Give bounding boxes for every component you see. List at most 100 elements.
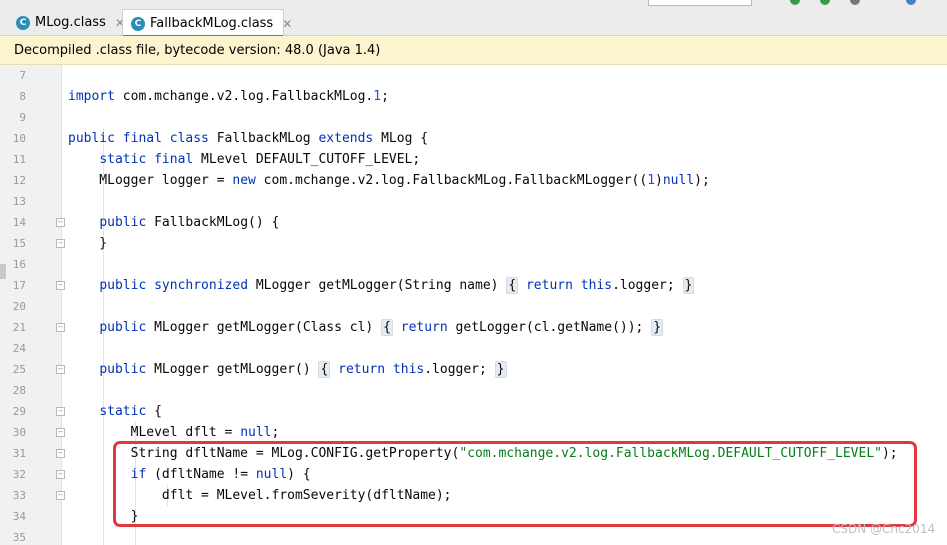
code-token: com.mchange.v2.log.FallbackMLog. — [114, 89, 374, 104]
code-line[interactable]: public MLogger getMLogger() { return thi… — [68, 359, 507, 380]
folded-brace[interactable]: } — [494, 361, 507, 378]
code-token: com.mchange.v2.log.FallbackMLog.Fallback… — [255, 173, 648, 188]
code-token: static final — [99, 152, 194, 167]
code-token: MLogger getMLogger(String name) — [248, 278, 507, 293]
code-line[interactable]: MLevel dflt = null; — [68, 422, 280, 443]
code-token: 1 — [373, 89, 382, 104]
line-number: 14 — [12, 216, 26, 229]
folded-brace[interactable]: { — [381, 319, 393, 336]
tab-mlog-class[interactable]: C MLog.class ✕ — [8, 9, 125, 36]
line-number: 13 — [12, 195, 26, 208]
code-line[interactable]: } — [68, 233, 107, 254]
banner-text: Decompiled .class file, bytecode version… — [14, 42, 381, 58]
code-line[interactable]: public final class FallbackMLog extends … — [68, 128, 428, 149]
code-token: } — [68, 236, 108, 251]
line-number: 32 — [12, 468, 26, 481]
line-number: 17 — [12, 279, 26, 292]
code-line[interactable]: public synchronized MLogger getMLogger(S… — [68, 275, 695, 296]
line-number: 28 — [12, 384, 26, 397]
red-highlight-annotation — [113, 441, 917, 527]
tab-fallbackmlog-class[interactable]: C FallbackMLog.class ✕ — [122, 9, 292, 38]
folded-brace[interactable]: { — [318, 361, 331, 378]
code-token: ) — [655, 173, 663, 188]
close-icon[interactable]: ✕ — [282, 17, 292, 31]
code-token: FallbackMLog() { — [146, 215, 280, 230]
code-token: { — [146, 404, 162, 419]
line-number: 10 — [12, 132, 26, 145]
code-token: MLog { — [373, 131, 429, 146]
code-token: return this — [525, 278, 613, 293]
line-number: 35 — [12, 531, 26, 544]
folded-brace[interactable]: } — [651, 319, 664, 336]
code-token: getLogger(cl.getName()); — [447, 320, 652, 335]
code-token: ); — [694, 173, 710, 188]
code-token: null — [662, 173, 695, 188]
run-icon[interactable] — [790, 0, 800, 5]
code-token: MLogger getMLogger() — [146, 362, 319, 377]
line-number: 29 — [12, 405, 26, 418]
line-number-gutter[interactable]: 7 8 9 10 11 12 13 14−15−16 17−20 21−24 25−28 29−30−… — [0, 65, 65, 545]
code-line[interactable]: public MLogger getMLogger(Class cl) { re… — [68, 317, 664, 338]
code-token: ; — [381, 89, 389, 104]
code-token: static — [99, 404, 147, 419]
line-number: 8 — [19, 90, 26, 103]
code-token: extends — [318, 131, 374, 146]
watermark: CSDN @Cnc2014 — [832, 522, 936, 536]
code-token: import — [68, 89, 115, 104]
code-token: public final class — [68, 131, 209, 146]
code-token: return — [400, 320, 448, 335]
code-token: public — [99, 215, 147, 230]
code-token: return this — [338, 362, 425, 377]
code-token: MLevel dflt = — [68, 425, 241, 440]
code-line[interactable]: MLogger logger = new com.mchange.v2.log.… — [68, 170, 710, 191]
code-token: FallbackMLog — [208, 131, 319, 146]
code-token: public synchronized — [99, 278, 249, 293]
line-number: 25 — [12, 363, 26, 376]
toolbar-icon[interactable] — [906, 0, 916, 5]
code-token: .logger; — [424, 362, 495, 377]
class-file-icon: C — [131, 16, 145, 31]
code-token: 1 — [647, 173, 656, 188]
class-file-icon: C — [16, 15, 30, 30]
line-number: 21 — [12, 321, 26, 334]
line-number: 34 — [12, 510, 26, 523]
line-number: 15 — [12, 237, 26, 250]
search-field[interactable] — [648, 0, 752, 6]
code-line[interactable]: import com.mchange.v2.log.FallbackMLog.1… — [68, 86, 389, 107]
toolbar-icon[interactable] — [850, 0, 860, 5]
code-token: null — [240, 425, 272, 440]
line-number: 20 — [12, 300, 26, 313]
tab-label: FallbackMLog.class — [150, 16, 274, 31]
code-line[interactable]: static final MLevel DEFAULT_CUTOFF_LEVEL… — [68, 149, 420, 170]
tab-label: MLog.class — [35, 15, 106, 30]
line-number: 11 — [12, 153, 26, 166]
code-token: MLogger getMLogger(Class cl) — [146, 320, 382, 335]
line-number: 24 — [12, 342, 26, 355]
code-token: public — [99, 362, 147, 377]
folded-brace[interactable]: { — [506, 277, 519, 294]
line-number: 16 — [12, 258, 26, 271]
line-number: 12 — [12, 174, 26, 187]
line-number: 33 — [12, 489, 26, 502]
line-number: 31 — [12, 447, 26, 460]
debug-icon[interactable] — [820, 0, 830, 5]
folded-brace[interactable]: } — [682, 277, 695, 294]
code-token: MLogger logger = — [68, 173, 233, 188]
line-number: 7 — [19, 69, 26, 82]
editor-tab-bar: C MLog.class ✕ C FallbackMLog.class ✕ — [0, 0, 947, 38]
decompiled-notification-banner: Decompiled .class file, bytecode version… — [0, 36, 947, 65]
line-number: 30 — [12, 426, 26, 439]
code-line[interactable]: public FallbackMLog() { — [68, 212, 279, 233]
code-token: public — [99, 320, 147, 335]
line-number: 9 — [19, 111, 26, 124]
code-token: .logger; — [612, 278, 683, 293]
code-line[interactable]: static { — [68, 401, 162, 422]
